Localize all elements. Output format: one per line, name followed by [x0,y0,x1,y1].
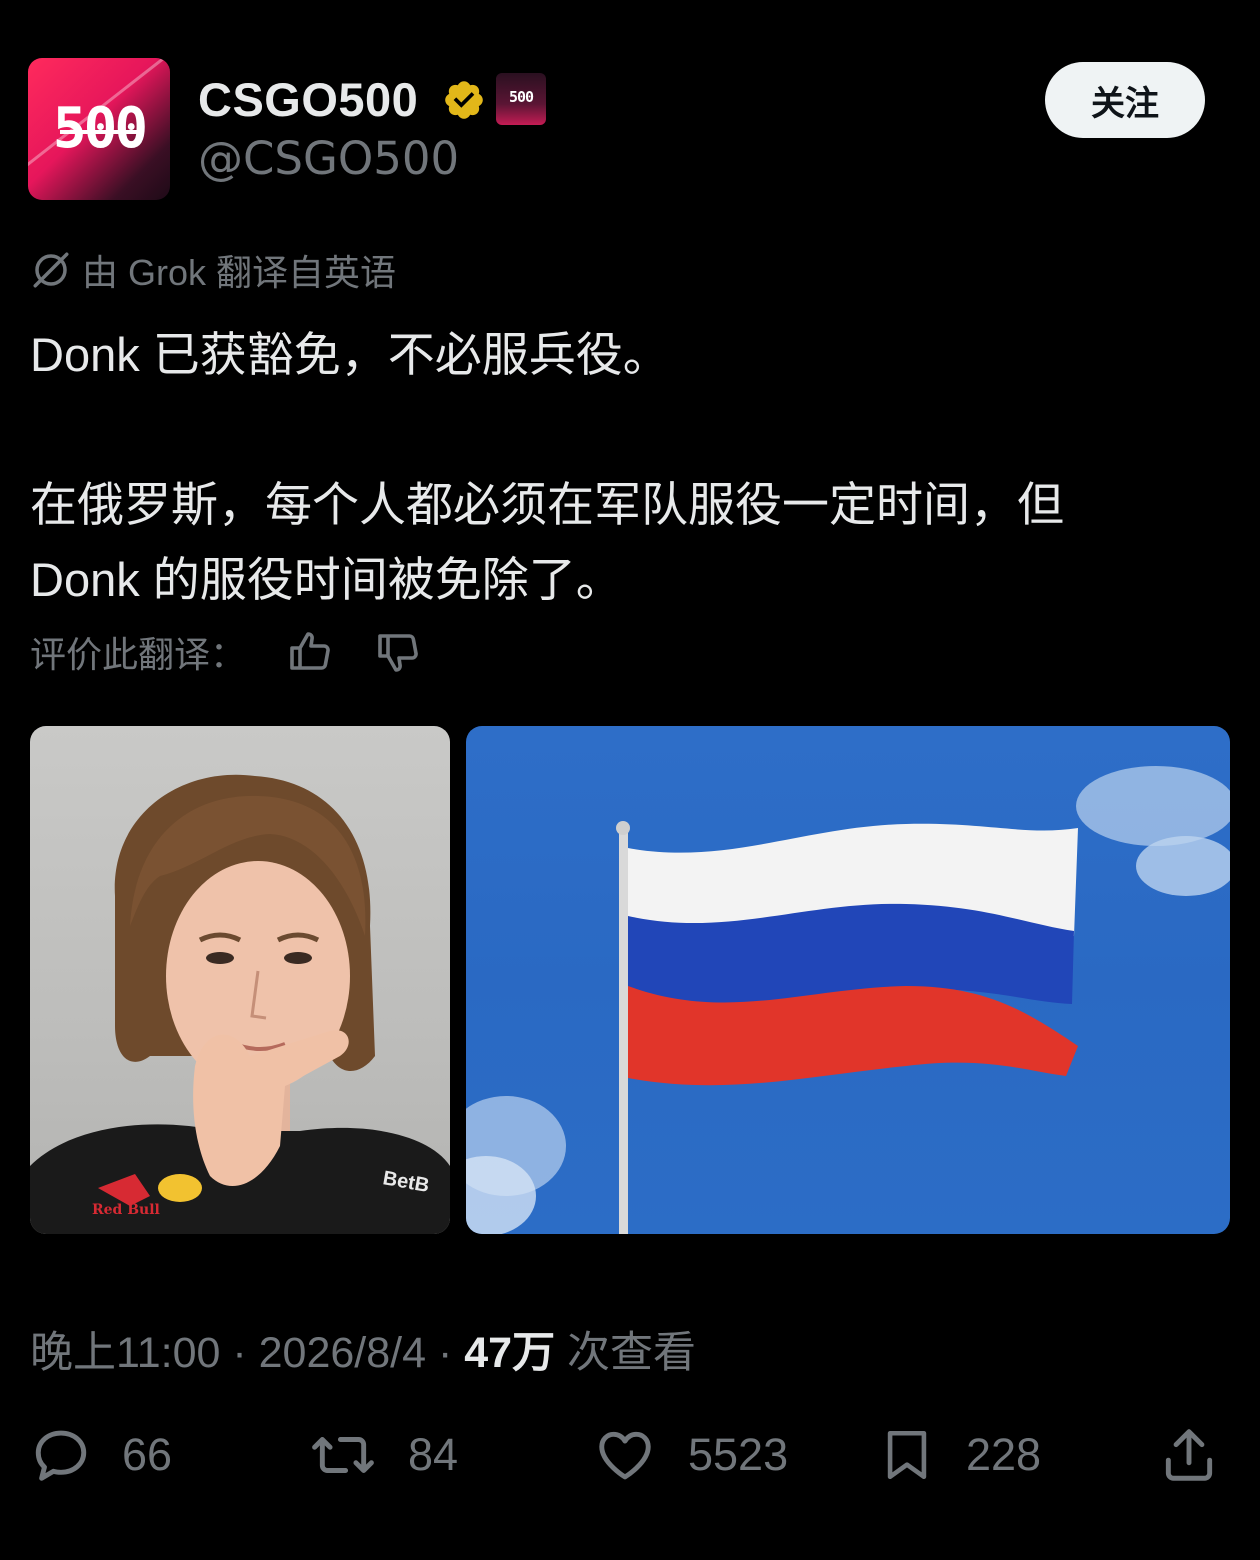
reply-count: 66 [122,1429,173,1480]
display-name[interactable]: CSGO500 [198,72,418,127]
rate-translation: 评价此翻译： [30,626,422,678]
translation-note: 由 Grok 翻译自英语 [30,244,396,296]
grok-icon [33,252,69,288]
view-count: 47万 [464,1329,556,1377]
tweet-text-line-1: Donk 已获豁免，不必服兵役。 [30,328,670,381]
meta-separator: · [220,1329,259,1377]
tweet-meta: 晚上11:00 · 2026/8/4 · 47万 次查看 [30,1318,696,1380]
like-count: 5523 [688,1429,789,1480]
heart-icon [599,1431,651,1480]
repost-count: 84 [408,1429,459,1480]
avatar-logo-text: 500 [52,96,148,161]
view-count-label: 次查看 [555,1329,697,1377]
reply-button[interactable]: 66 [30,1424,172,1486]
bookmark-count: 228 [966,1429,1042,1480]
redbull-logo-text: Red Bull [92,1202,160,1218]
meta-separator: · [426,1329,465,1377]
media-image-flag[interactable] [466,726,1230,1234]
bookmark-button[interactable]: 228 [878,1424,1041,1486]
like-button[interactable]: 5523 [592,1424,788,1486]
bookmark-icon [887,1430,927,1480]
user-handle[interactable]: @CSGO500 [198,132,459,185]
tweet-text-line-3: Donk 的服役时间被免除了。 [30,553,623,606]
russian-flag-illustration [466,766,1230,1234]
rate-translation-label: 评价此翻译： [30,634,247,675]
verified-badge-icon [445,81,483,119]
media-image-portrait[interactable]: Red Bull BetB [30,726,450,1234]
tweet-text-line-2: 在俄罗斯，每个人都必须在军队服役一定时间，但 [30,478,1064,531]
repost-button[interactable]: 84 [308,1424,458,1486]
tweet-time[interactable]: 晚上11:00 [30,1329,220,1377]
thumbs-down-icon[interactable] [374,628,422,676]
affiliate-badge[interactable]: 500 [496,73,546,125]
portrait-illustration: Red Bull BetB [30,774,450,1234]
tweet-date[interactable]: 2026/8/4 [259,1329,426,1377]
reply-icon [35,1430,87,1481]
share-icon [1165,1429,1213,1481]
repost-icon [312,1437,374,1473]
translation-note-text: 由 Grok 翻译自英语 [82,252,397,293]
avatar[interactable]: 500 [28,58,170,200]
thumbs-up-icon[interactable] [286,628,334,676]
share-button[interactable] [1158,1424,1220,1486]
follow-button[interactable]: 关注 [1045,62,1205,138]
